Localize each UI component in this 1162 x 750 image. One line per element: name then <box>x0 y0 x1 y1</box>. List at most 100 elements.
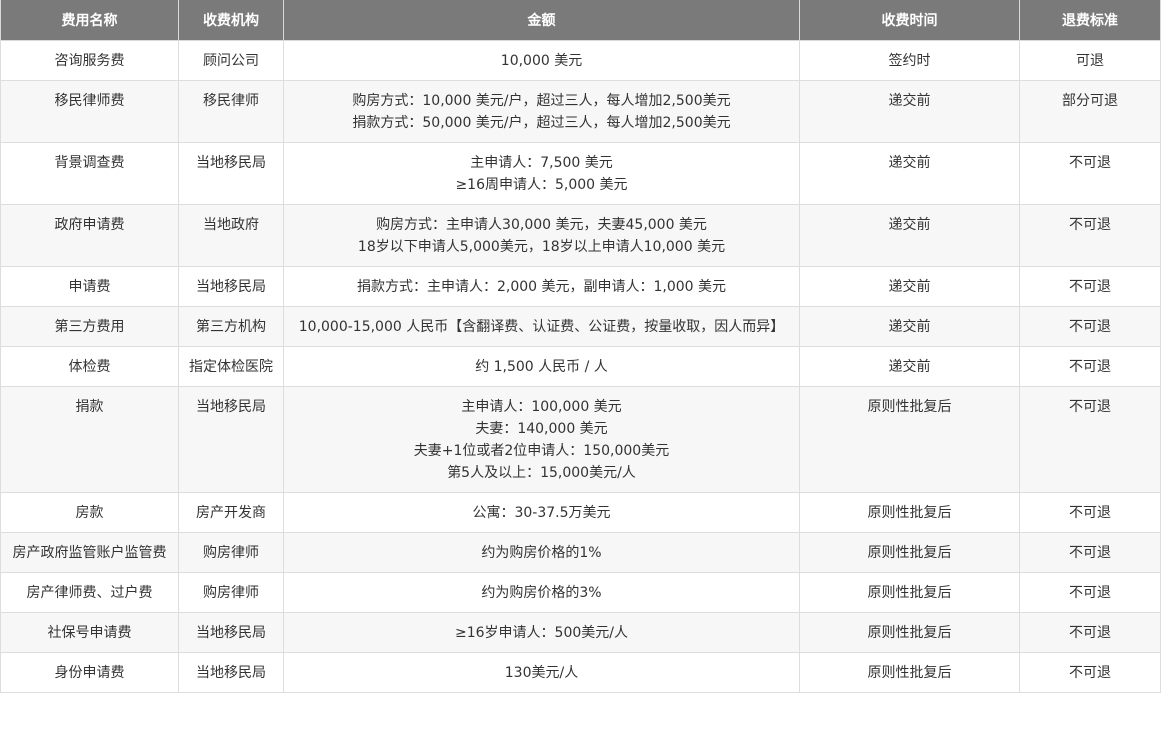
amount-line: 捐款方式：50,000 美元/户，超过三人，每人增加2,500美元 <box>352 115 731 131</box>
charging-org-cell: 当地移民局 <box>178 142 284 205</box>
charging-org-cell: 当地移民局 <box>178 652 284 693</box>
refund-policy-cell: 不可退 <box>1019 612 1161 653</box>
fee-name-cell: 第三方费用 <box>0 306 179 347</box>
amount-cell: 10,000 美元 <box>283 40 800 81</box>
amount-cell: 10,000-15,000 人民币【含翻译费、认证费、公证费，按量收取，因人而异… <box>283 306 800 347</box>
table-row: 身份申请费 当地移民局 130美元/人 原则性批复后 不可退 <box>0 652 1161 693</box>
amount-line: 130美元/人 <box>504 665 579 681</box>
fee-name-cell: 房产政府监管账户监管费 <box>0 532 179 573</box>
charging-time-cell: 原则性批复后 <box>799 386 1020 493</box>
fee-name-cell: 身份申请费 <box>0 652 179 693</box>
amount-line: 10,000 美元 <box>500 53 583 69</box>
charging-org-cell: 移民律师 <box>178 80 284 143</box>
charging-org-cell: 购房律师 <box>178 532 284 573</box>
amount-line: 购房方式：10,000 美元/户，超过三人，每人增加2,500美元 <box>352 93 731 109</box>
table-row: 政府申请费 当地政府 购房方式：主申请人30,000 美元，夫妻45,000 美元 1… <box>0 204 1161 267</box>
amount-cell: 公寓：30-37.5万美元 <box>283 492 800 533</box>
amount-cell: 购房方式：主申请人30,000 美元，夫妻45,000 美元 18岁以下申请人5,… <box>283 204 800 267</box>
charging-org-cell: 指定体检医院 <box>178 346 284 387</box>
header-row: 费用名称 收费机构 金额 收费时间 退费标准 <box>0 0 1161 41</box>
refund-policy-cell: 部分可退 <box>1019 80 1161 143</box>
refund-policy-cell: 不可退 <box>1019 266 1161 307</box>
table-body: 咨询服务费 顾问公司 10,000 美元 签约时 可退移民律师费 移民律师 购房方式：10,… <box>0 40 1161 693</box>
table-row: 房产律师费、过户费 购房律师 约为购房价格的3% 原则性批复后 不可退 <box>0 572 1161 613</box>
amount-line: 10,000-15,000 人民币【含翻译费、认证费、公证费，按量收取，因人而异… <box>298 319 785 335</box>
fee-name-cell: 移民律师费 <box>0 80 179 143</box>
header-amount: 金额 <box>283 0 800 41</box>
charging-time-cell: 原则性批复后 <box>799 572 1020 613</box>
amount-line: 购房方式：主申请人30,000 美元，夫妻45,000 美元 <box>376 217 707 233</box>
amount-line: 主申请人：100,000 美元 <box>461 399 622 415</box>
amount-line: 夫妻：140,000 美元 <box>475 421 608 437</box>
fee-name-cell: 申请费 <box>0 266 179 307</box>
amount-line: 夫妻+1位或者2位申请人：150,000美元 <box>413 443 670 459</box>
amount-line: 公寓：30-37.5万美元 <box>472 505 611 521</box>
header-charging-org: 收费机构 <box>178 0 284 41</box>
refund-policy-cell: 不可退 <box>1019 142 1161 205</box>
charging-org-cell: 房产开发商 <box>178 492 284 533</box>
header-fee-name: 费用名称 <box>0 0 179 41</box>
charging-time-cell: 原则性批复后 <box>799 612 1020 653</box>
refund-policy-cell: 不可退 <box>1019 346 1161 387</box>
table-row: 背景调查费 当地移民局 主申请人：7,500 美元 ≥16周申请人：5,000 美元 递… <box>0 142 1161 205</box>
amount-cell: 主申请人：100,000 美元 夫妻：140,000 美元夫妻+1位或者2位申请人… <box>283 386 800 493</box>
amount-line: 第5人及以上：15,000美元/人 <box>447 465 636 481</box>
table-row: 捐款 当地移民局 主申请人：100,000 美元 夫妻：140,000 美元 夫妻+1位… <box>0 386 1161 493</box>
table-row: 第三方费用 第三方机构 10,000-15,000 人民币【含翻译费、认证费、公证费… <box>0 306 1161 347</box>
header-charging-time: 收费时间 <box>799 0 1020 41</box>
charging-org-cell: 第三方机构 <box>178 306 284 347</box>
refund-policy-cell: 不可退 <box>1019 306 1161 347</box>
amount-cell: 约为购房价格的1% <box>283 532 800 573</box>
charging-org-cell: 当地移民局 <box>178 386 284 493</box>
amount-line: 捐款方式：主申请人：2,000 美元，副申请人：1,000 美元 <box>356 279 727 295</box>
refund-policy-cell: 不可退 <box>1019 492 1161 533</box>
table-row: 社保号申请费 当地移民局 ≥16岁申请人：500美元/人 原则性批复后 不可退 <box>0 612 1161 653</box>
table-row: 咨询服务费 顾问公司 10,000 美元 签约时 可退 <box>0 40 1161 81</box>
refund-policy-cell: 不可退 <box>1019 652 1161 693</box>
amount-line: 18岁以下申请人5,000美元，18岁以上申请人10,000 美元 <box>357 239 726 255</box>
charging-org-cell: 顾问公司 <box>178 40 284 81</box>
table-row: 申请费 当地移民局 捐款方式：主申请人：2,000 美元，副申请人：1,000 美元… <box>0 266 1161 307</box>
charging-time-cell: 递交前 <box>799 306 1020 347</box>
amount-line: 约 1,500 人民币 / 人 <box>475 359 608 375</box>
charging-time-cell: 递交前 <box>799 346 1020 387</box>
charging-time-cell: 签约时 <box>799 40 1020 81</box>
table-row: 房款 房产开发商 公寓：30-37.5万美元 原则性批复后 不可退 <box>0 492 1161 533</box>
amount-cell: 主申请人：7,500 美元 ≥16周申请人：5,000 美元 <box>283 142 800 205</box>
amount-cell: ≥16岁申请人：500美元/人 <box>283 612 800 653</box>
charging-time-cell: 原则性批复后 <box>799 492 1020 533</box>
refund-policy-cell: 不可退 <box>1019 532 1161 573</box>
charging-org-cell: 购房律师 <box>178 572 284 613</box>
charging-org-cell: 当地移民局 <box>178 612 284 653</box>
fee-name-cell: 咨询服务费 <box>0 40 179 81</box>
amount-line: 约为购房价格的1% <box>481 545 602 561</box>
table-row: 体检费 指定体检医院 约 1,500 人民币 / 人 递交前 不可退 <box>0 346 1161 387</box>
refund-policy-cell: 不可退 <box>1019 386 1161 493</box>
charging-org-cell: 当地政府 <box>178 204 284 267</box>
amount-line: 主申请人：7,500 美元 <box>470 155 613 171</box>
charging-time-cell: 原则性批复后 <box>799 652 1020 693</box>
fee-name-cell: 捐款 <box>0 386 179 493</box>
charging-org-cell: 当地移民局 <box>178 266 284 307</box>
refund-policy-cell: 不可退 <box>1019 204 1161 267</box>
table-header: 费用名称 收费机构 金额 收费时间 退费标准 <box>0 0 1161 41</box>
amount-cell: 约为购房价格的3% <box>283 572 800 613</box>
amount-line: 约为购房价格的3% <box>481 585 602 601</box>
charging-time-cell: 原则性批复后 <box>799 532 1020 573</box>
amount-line: ≥16岁申请人：500美元/人 <box>455 625 628 641</box>
fee-name-cell: 政府申请费 <box>0 204 179 267</box>
refund-policy-cell: 可退 <box>1019 40 1161 81</box>
fee-name-cell: 体检费 <box>0 346 179 387</box>
charging-time-cell: 递交前 <box>799 266 1020 307</box>
table-row: 房产政府监管账户监管费 购房律师 约为购房价格的1% 原则性批复后 不可退 <box>0 532 1161 573</box>
amount-cell: 捐款方式：主申请人：2,000 美元，副申请人：1,000 美元 <box>283 266 800 307</box>
fee-name-cell: 房款 <box>0 492 179 533</box>
fee-name-cell: 房产律师费、过户费 <box>0 572 179 613</box>
fee-name-cell: 背景调查费 <box>0 142 179 205</box>
fee-name-cell: 社保号申请费 <box>0 612 179 653</box>
header-refund-policy: 退费标准 <box>1019 0 1161 41</box>
fee-table: 费用名称 收费机构 金额 收费时间 退费标准 咨询服务费 顾问公司 10,000 美… <box>0 0 1161 693</box>
refund-policy-cell: 不可退 <box>1019 572 1161 613</box>
amount-line: ≥16周申请人：5,000 美元 <box>455 177 628 193</box>
table-row: 移民律师费 移民律师 购房方式：10,000 美元/户，超过三人，每人增加2,500… <box>0 80 1161 143</box>
